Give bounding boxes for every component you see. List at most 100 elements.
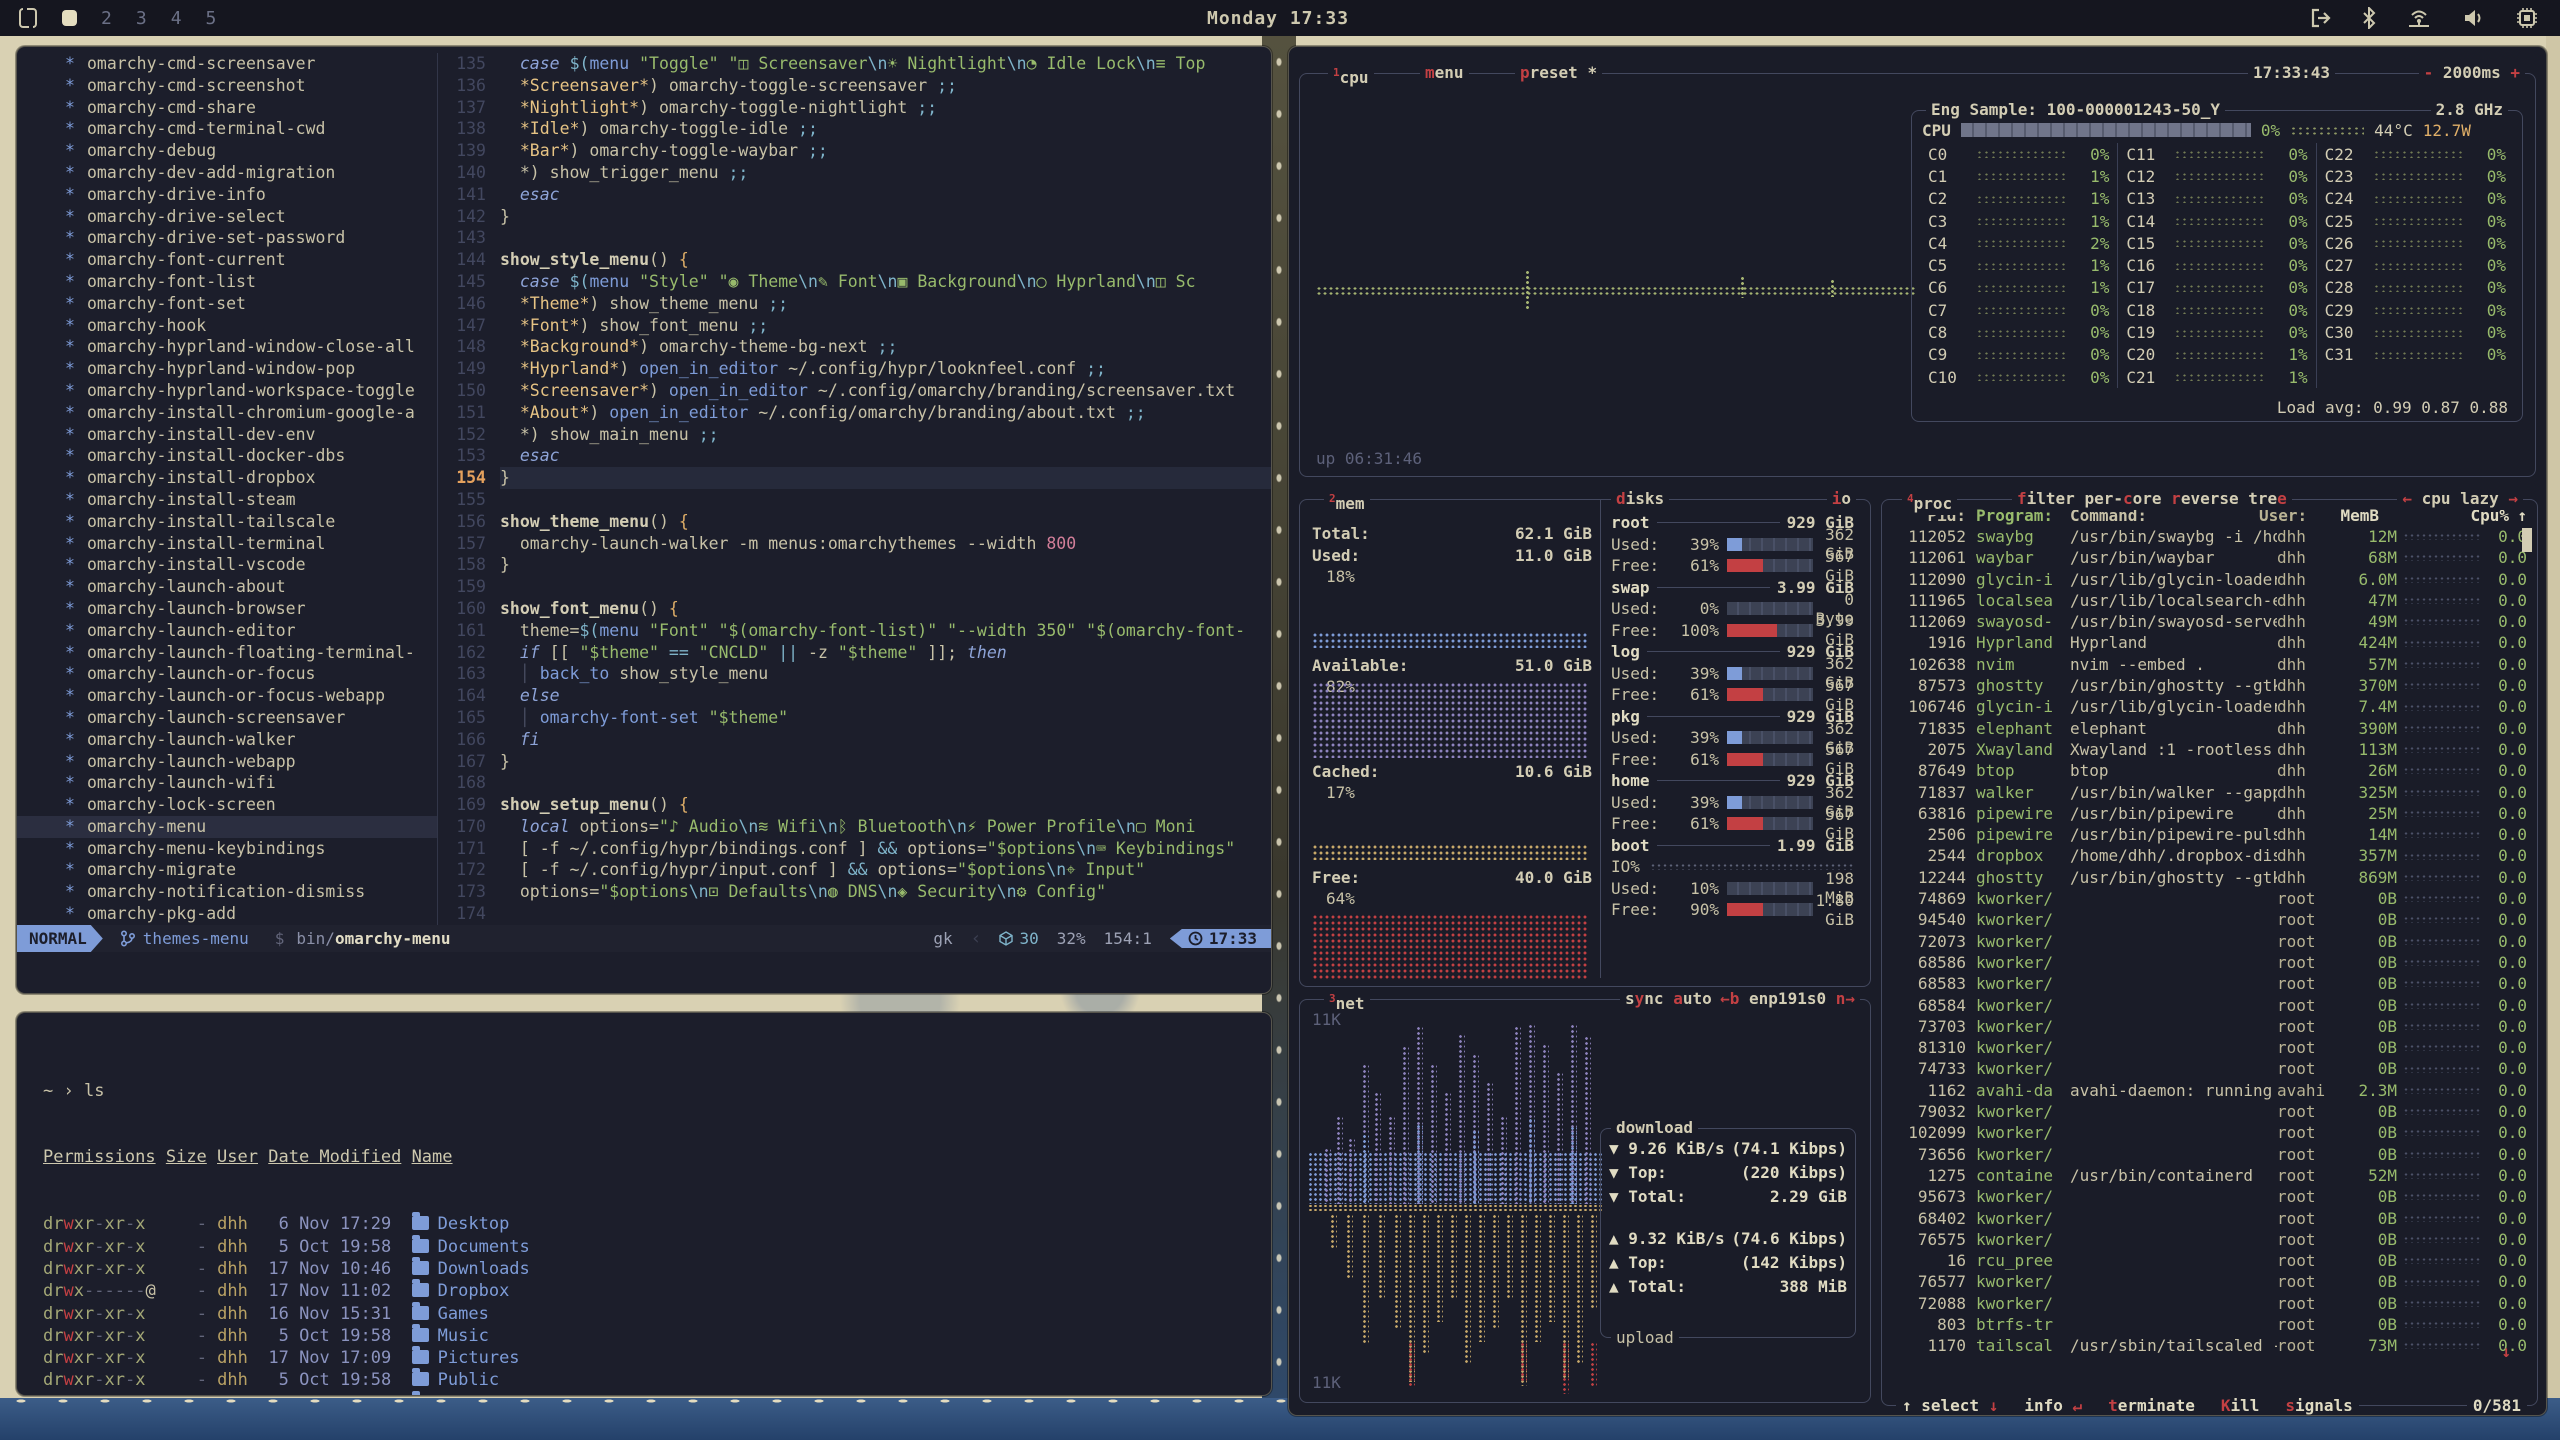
- terminal-output[interactable]: ~ › ls Permissions Size User Date Modifi…: [17, 1013, 1271, 1396]
- file-item[interactable]: *omarchy-pkg-add: [87, 903, 437, 925]
- process-row[interactable]: 76577kworker/root0B0.0: [1892, 1271, 2527, 1292]
- process-row[interactable]: 71835elephantelephantdhh390M0.0: [1892, 718, 2527, 739]
- proc-sort[interactable]: ← cpu lazy →: [2397, 488, 2523, 510]
- file-item[interactable]: *omarchy-notification-dismiss: [87, 881, 437, 903]
- process-row[interactable]: 16rcu_preeroot0B0.0: [1892, 1250, 2527, 1271]
- net-interface[interactable]: ←b enp191s0 n→: [1715, 988, 1860, 1010]
- workspace-4[interactable]: 4: [171, 8, 182, 29]
- process-row[interactable]: 72088kworker/root0B0.0: [1892, 1293, 2527, 1314]
- process-row[interactable]: 112052swaybg/usr/bin/swaybg -i /homdhh12…: [1892, 526, 2527, 547]
- file-item[interactable]: *omarchy-cmd-terminal-cwd: [87, 118, 437, 140]
- file-item[interactable]: *omarchy-launch-wifi: [87, 772, 437, 794]
- file-item[interactable]: *omarchy-cmd-screensaver: [87, 53, 437, 75]
- file-item[interactable]: *omarchy-launch-screensaver: [87, 707, 437, 729]
- clock[interactable]: Monday 17:33: [1207, 8, 1349, 29]
- file-item[interactable]: *omarchy-install-steam: [87, 489, 437, 511]
- file-item[interactable]: *omarchy-menu: [17, 816, 437, 838]
- disks-tab[interactable]: disks: [1611, 488, 1669, 510]
- process-row[interactable]: 74869kworker/root0B0.0: [1892, 888, 2527, 909]
- process-row[interactable]: 1170tailscal/usr/sbin/tailscaled --root7…: [1892, 1335, 2527, 1356]
- file-item[interactable]: *omarchy-drive-info: [87, 184, 437, 206]
- file-item[interactable]: *omarchy-launch-editor: [87, 620, 437, 642]
- footer-hint[interactable]: signals: [2285, 1395, 2352, 1416]
- update-interval[interactable]: - 2000ms +: [2419, 62, 2525, 84]
- process-row[interactable]: 68583kworker/root0B0.0: [1892, 973, 2527, 994]
- file-item[interactable]: *omarchy-launch-walker: [87, 729, 437, 751]
- process-row[interactable]: 74733kworker/root0B0.0: [1892, 1058, 2527, 1079]
- file-item[interactable]: *omarchy-font-set: [87, 293, 437, 315]
- process-row[interactable]: 106746glycin-i/usr/lib/glycin-loadersdhh…: [1892, 696, 2527, 717]
- footer-hint[interactable]: terminate: [2108, 1395, 2195, 1416]
- file-item[interactable]: *omarchy-install-docker-dbs: [87, 445, 437, 467]
- process-row[interactable]: 112090glycin-i/usr/lib/glycin-loadersdhh…: [1892, 569, 2527, 590]
- file-item[interactable]: *omarchy-launch-webapp: [87, 751, 437, 773]
- process-row[interactable]: 79032kworker/root0B0.0: [1892, 1101, 2527, 1122]
- footer-hint[interactable]: Kill: [2221, 1395, 2260, 1416]
- logout-icon[interactable]: [2310, 8, 2332, 28]
- file-item[interactable]: *omarchy-font-list: [87, 271, 437, 293]
- process-row[interactable]: 68402kworker/root0B0.0: [1892, 1208, 2527, 1229]
- bluetooth-icon[interactable]: [2362, 7, 2376, 29]
- process-row[interactable]: 1275containe/usr/bin/containerdroot52M0.…: [1892, 1165, 2527, 1186]
- process-row[interactable]: 803btrfs-trroot0B0.0: [1892, 1314, 2527, 1335]
- file-item[interactable]: *omarchy-cmd-screenshot: [87, 75, 437, 97]
- file-item[interactable]: *omarchy-font-current: [87, 249, 437, 271]
- process-row[interactable]: 68584kworker/root0B0.0: [1892, 995, 2527, 1016]
- process-row[interactable]: 102638nvimnvim --embed .dhh57M0.0: [1892, 654, 2527, 675]
- file-item[interactable]: *omarchy-install-tailscale: [87, 511, 437, 533]
- workspace-2[interactable]: 2: [101, 8, 112, 29]
- file-item[interactable]: *omarchy-cmd-share: [87, 97, 437, 119]
- process-row[interactable]: 112061waybar/usr/bin/waybardhh68M0.0: [1892, 547, 2527, 568]
- process-row[interactable]: 1916HyprlandHyprlanddhh424M0.0: [1892, 632, 2527, 653]
- file-item[interactable]: *omarchy-drive-set-password: [87, 227, 437, 249]
- footer-hint[interactable]: ↑ select ↓: [1902, 1395, 1998, 1416]
- process-row[interactable]: 87649btopbtopdhh26M0.0: [1892, 760, 2527, 781]
- process-row[interactable]: 12244ghostty/usr/bin/ghostty --gtk-dhh86…: [1892, 867, 2527, 888]
- process-row[interactable]: 68586kworker/root0B0.0: [1892, 952, 2527, 973]
- proc-table[interactable]: 112052swaybg/usr/bin/swaybg -i /homdhh12…: [1882, 526, 2537, 1357]
- workspace-1-active[interactable]: [62, 10, 77, 26]
- volume-icon[interactable]: [2462, 8, 2486, 28]
- process-row[interactable]: 72073kworker/root0B0.0: [1892, 931, 2527, 952]
- preset-button[interactable]: preset *: [1515, 62, 1602, 84]
- proc-options[interactable]: filter per-core reverse tree: [2012, 488, 2292, 510]
- process-row[interactable]: 71837walker/usr/bin/walker --gappldhh325…: [1892, 782, 2527, 803]
- file-item[interactable]: *omarchy-menu-keybindings: [87, 838, 437, 860]
- process-row[interactable]: 2075XwaylandXwayland :1 -rootless -dhh11…: [1892, 739, 2527, 760]
- mem-tab[interactable]: 2mem: [1324, 488, 1370, 515]
- process-row[interactable]: 81310kworker/root0B0.0: [1892, 1037, 2527, 1058]
- file-item[interactable]: *omarchy-install-dropbox: [87, 467, 437, 489]
- file-item[interactable]: *omarchy-dev-add-migration: [87, 162, 437, 184]
- menu-button[interactable]: menu: [1420, 62, 1469, 84]
- workspace-3[interactable]: 3: [136, 8, 147, 29]
- process-row[interactable]: 102099kworker/root0B0.0: [1892, 1122, 2527, 1143]
- network-icon[interactable]: [2406, 7, 2432, 29]
- code-buffer[interactable]: case $(menu "Toggle" "◫ Screensaver\n☀ N…: [500, 53, 1271, 925]
- file-item[interactable]: *omarchy-install-terminal: [87, 533, 437, 555]
- footer-hint[interactable]: info ↵: [2024, 1395, 2082, 1416]
- process-row[interactable]: 63816pipewire/usr/bin/pipewiredhh25M0.0: [1892, 803, 2527, 824]
- file-item[interactable]: *omarchy-hyprland-window-pop: [87, 358, 437, 380]
- process-row[interactable]: 73656kworker/root0B0.0: [1892, 1144, 2527, 1165]
- file-item[interactable]: *omarchy-debug: [87, 140, 437, 162]
- process-row[interactable]: 112069swayosd-/usr/bin/swayosd-serverdhh…: [1892, 611, 2527, 632]
- file-item[interactable]: *omarchy-launch-about: [87, 576, 437, 598]
- cpu-tab[interactable]: 1cpu: [1328, 62, 1374, 89]
- process-row[interactable]: 2544dropbox/home/dhh/.dropbox-distdhh357…: [1892, 845, 2527, 866]
- process-row[interactable]: 73703kworker/root0B0.0: [1892, 1016, 2527, 1037]
- process-row[interactable]: 1162avahi-daavahi-daemon: running [avahi…: [1892, 1080, 2527, 1101]
- workspace-5[interactable]: 5: [206, 8, 217, 29]
- file-item[interactable]: *omarchy-drive-select: [87, 206, 437, 228]
- file-item[interactable]: *omarchy-launch-floating-terminal-: [87, 642, 437, 664]
- process-row[interactable]: 87573ghostty/usr/bin/ghostty --gtk-dhh37…: [1892, 675, 2527, 696]
- process-row[interactable]: 95673kworker/root0B0.0: [1892, 1186, 2527, 1207]
- file-item[interactable]: *omarchy-lock-screen: [87, 794, 437, 816]
- file-item[interactable]: *omarchy-install-chromium-google-a: [87, 402, 437, 424]
- io-tab[interactable]: io: [1827, 488, 1856, 510]
- proc-scrollbar[interactable]: [2522, 528, 2532, 552]
- file-item[interactable]: *omarchy-launch-or-focus: [87, 663, 437, 685]
- process-row[interactable]: 94540kworker/root0B0.0: [1892, 909, 2527, 930]
- process-row[interactable]: 111965localsea/usr/lib/localsearch-exdhh…: [1892, 590, 2527, 611]
- file-item[interactable]: *omarchy-install-dev-env: [87, 424, 437, 446]
- file-item[interactable]: *omarchy-hyprland-workspace-toggle: [87, 380, 437, 402]
